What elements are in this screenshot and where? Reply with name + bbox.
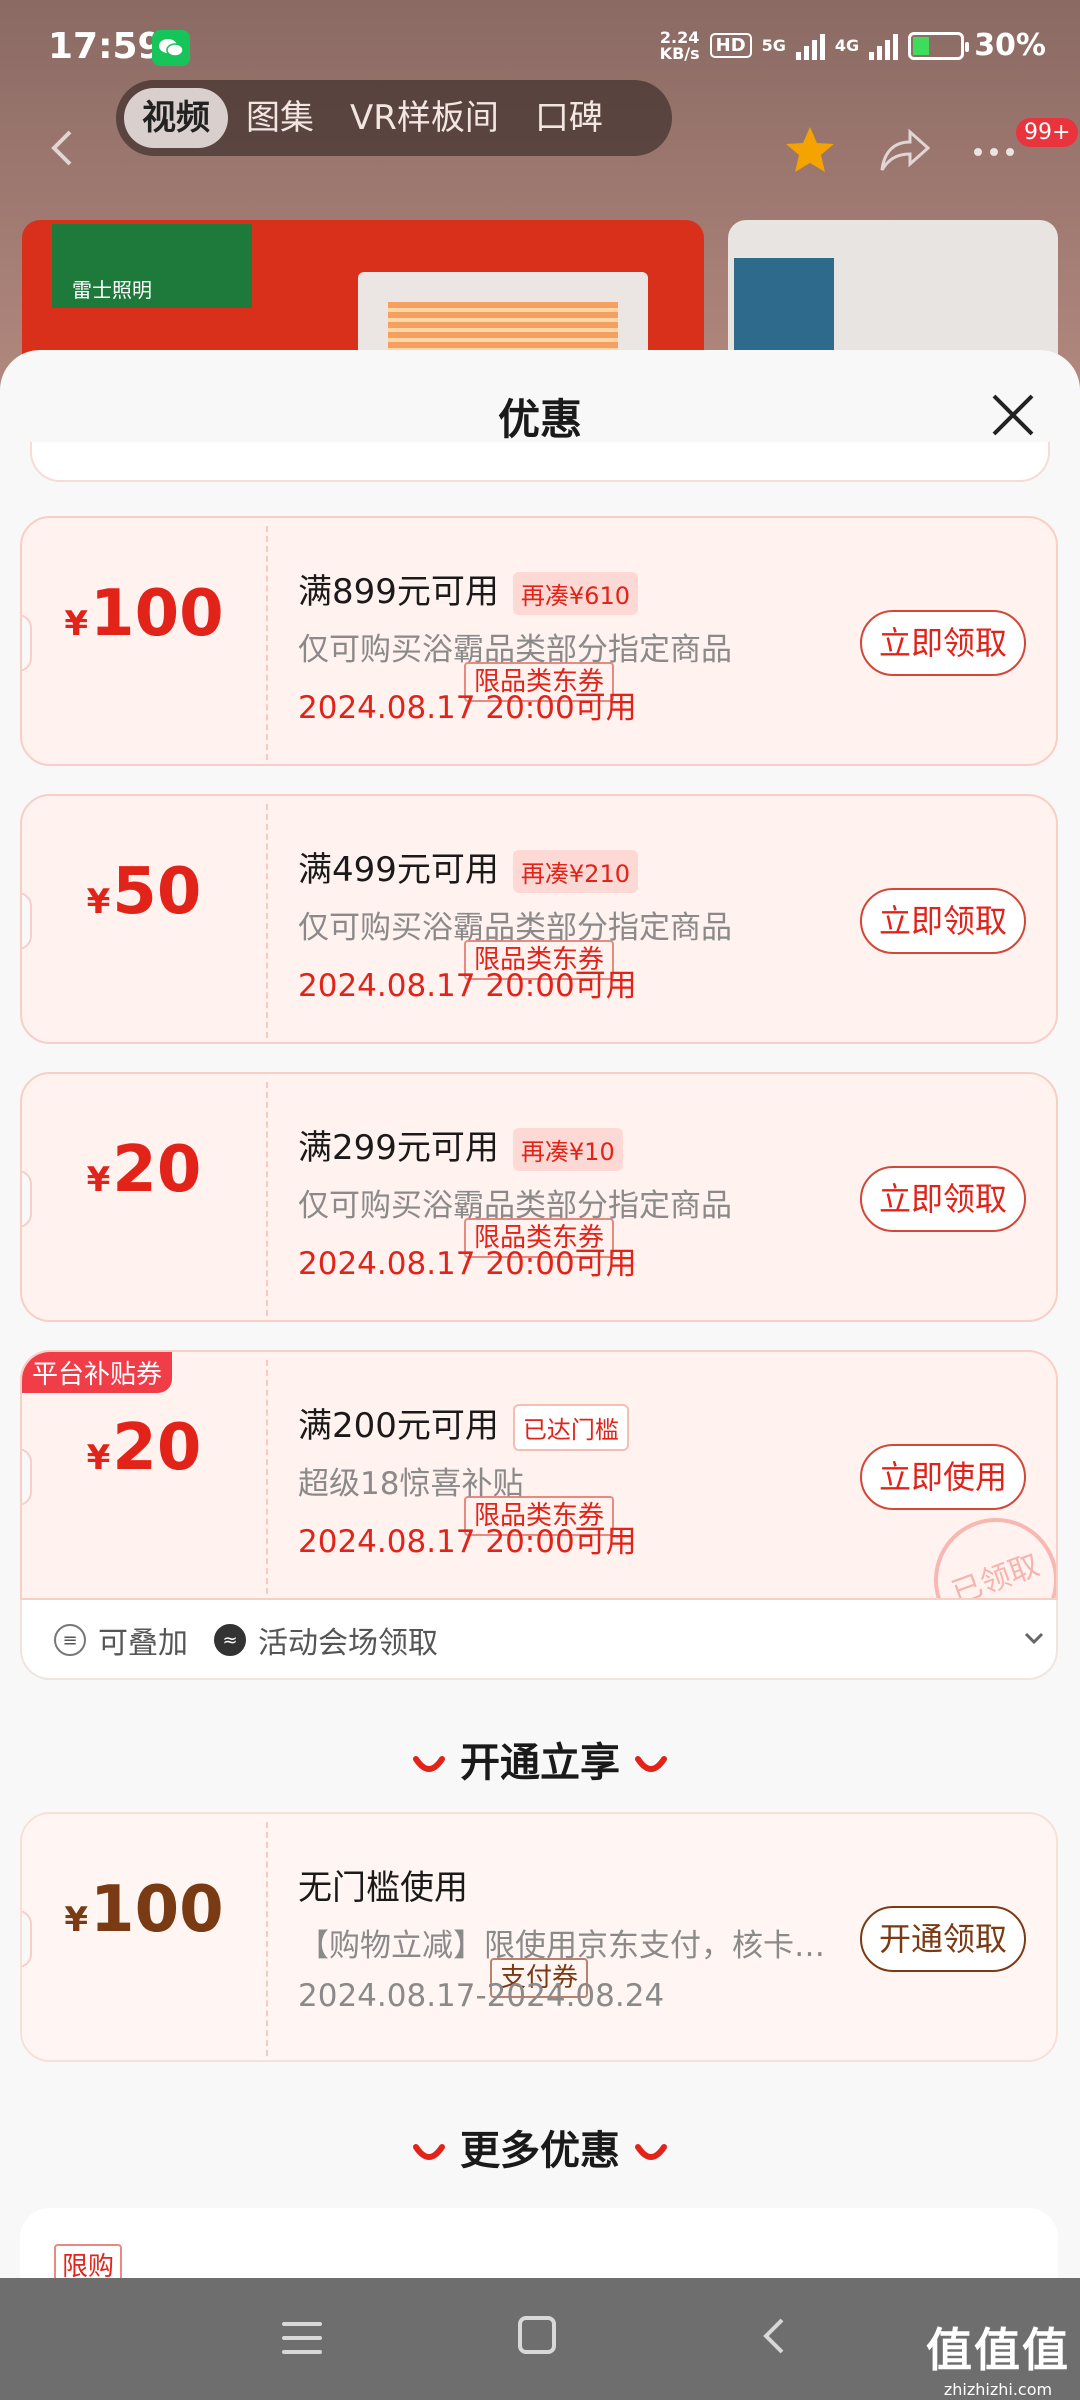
discount-sheet: 优惠 ¥100 限品类东券 满899元可用 再凑¥610 仅可购买浴霸品类部分指定… (0, 350, 1080, 2278)
coupon-date: 2024.08.17-2024.08.24 (298, 1978, 665, 2014)
coupon-amount: ¥100 (64, 577, 224, 651)
close-icon[interactable] (990, 392, 1036, 438)
signal-5g-label: 5G (761, 36, 786, 55)
coupon-gap-badge: 再凑¥210 (512, 850, 638, 893)
nav-back-icon[interactable] (756, 2316, 796, 2356)
stack-icon: ≡ (54, 1624, 86, 1656)
more-icon[interactable] (974, 148, 1014, 156)
coupon-desc: 仅可购买浴霸品类部分指定商品 (298, 910, 732, 946)
section-more-title: 更多优惠 (460, 2128, 620, 2174)
coupon-amount: ¥100 (64, 1873, 224, 1947)
watermark: 值值值 zhizhizhi.com (926, 2323, 1070, 2399)
coupon-date: 2024.08.17 20:00可用 (298, 690, 637, 726)
more-offer-card[interactable]: 限购 (20, 2208, 1058, 2278)
coupon-title: 满299元可用 再凑¥10 (298, 1120, 623, 1171)
tab-video[interactable]: 视频 (124, 88, 228, 148)
brand-logo: 雷士照明 (52, 224, 252, 308)
claim-button[interactable]: 立即领取 (860, 888, 1026, 954)
home-icon[interactable] (518, 2316, 556, 2354)
coupon-date: 2024.08.17 20:00可用 (298, 1524, 637, 1560)
signal-4g-icon (869, 32, 899, 60)
back-arrow-icon[interactable] (44, 128, 84, 168)
wechat-icon (152, 30, 190, 66)
previous-coupon-edge (30, 442, 1050, 482)
coupon-amount: ¥20 (86, 1411, 202, 1485)
venue-info: ≈ 活动会场领取 (214, 1618, 438, 1662)
tab-reviews[interactable]: 口碑 (517, 88, 621, 148)
coupon-title: 满899元可用 再凑¥610 (298, 564, 638, 615)
coupon-amount: ¥50 (86, 855, 202, 929)
hd-icon: HD (709, 33, 752, 58)
pay-coupon-card: ¥100 支付券 无门槛使用 【购物立减】限使用京东支付，核卡… 2024.08… (20, 1812, 1058, 2062)
signal-4g-label: 4G (834, 36, 860, 55)
coupon-card: ¥20 限品类东券 满299元可用 再凑¥10 仅可购买浴霸品类部分指定商品 20… (20, 1072, 1058, 1322)
coupon-divider (266, 1360, 268, 1594)
section-more-header: 更多优惠 (0, 2118, 1080, 2176)
battery-icon (908, 31, 970, 60)
smile-right-icon (634, 1756, 667, 1772)
stackable-info: ≡ 可叠加 (54, 1618, 188, 1662)
limit-tag: 限购 (54, 2244, 123, 2278)
coupon-gap-badge: 再凑¥610 (512, 572, 638, 615)
claim-button[interactable]: 立即领取 (860, 1166, 1026, 1232)
coupon-desc: 仅可购买浴霸品类部分指定商品 (298, 1188, 732, 1224)
coupon-desc: 仅可购买浴霸品类部分指定商品 (298, 632, 732, 668)
coupon-title: 满499元可用 再凑¥210 (298, 842, 638, 893)
coupon-footer: ≡ 可叠加 ≈ 活动会场领取 (20, 1600, 1058, 1680)
tab-vr[interactable]: VR样板间 (332, 88, 517, 148)
threshold-reached-badge: 已达门槛 (512, 1404, 629, 1451)
section-open-title: 开通立享 (460, 1740, 620, 1786)
coupon-amount: ¥20 (86, 1133, 202, 1207)
section-open-header: 开通立享 (0, 1730, 1080, 1788)
coupon-card-subsidy: 平台补贴券 ¥20 限品类东券 满200元可用 已达门槛 超级18惊喜补贴 202… (20, 1350, 1058, 1600)
share-icon[interactable] (880, 128, 930, 174)
sheet-title: 优惠 (497, 395, 582, 444)
signal-5g-icon (795, 32, 825, 60)
coupon-title: 无门槛使用 (298, 1868, 468, 1908)
coupon-divider (266, 1082, 268, 1316)
system-nav-bar (0, 2278, 1080, 2400)
battery-level: 30% (974, 28, 1046, 63)
message-badge: 99+ (1016, 118, 1079, 147)
coupon-gap-badge: 再凑¥10 (512, 1128, 623, 1171)
media-tabs: 视频 图集 VR样板间 口碑 (116, 80, 672, 156)
coupon-divider (266, 804, 268, 1038)
status-time: 17:59 (48, 26, 163, 67)
coupon-date: 2024.08.17 20:00可用 (298, 968, 637, 1004)
menu-icon[interactable] (282, 2322, 322, 2364)
coupon-divider (266, 1822, 268, 2056)
smile-left-icon (413, 1756, 446, 1772)
smile-right-icon (634, 2144, 667, 2160)
coupon-divider (266, 526, 268, 760)
tab-gallery[interactable]: 图集 (228, 88, 332, 148)
favorite-star-icon[interactable] (784, 124, 836, 176)
coupon-title: 满200元可用 已达门槛 (298, 1398, 629, 1451)
coupon-date: 2024.08.17 20:00可用 (298, 1246, 637, 1282)
net-speed: 2.24 KB/s (659, 27, 700, 63)
status-indicators: 2.24 KB/s HD 5G 4G 30% (660, 28, 1046, 63)
coupon-desc: 超级18惊喜补贴 (298, 1466, 524, 1502)
coupon-desc: 【购物立减】限使用京东支付，核卡… (298, 1928, 825, 1964)
use-now-button[interactable]: 立即使用 (860, 1444, 1026, 1510)
smile-left-icon (413, 2144, 446, 2160)
claimed-stamp: 已领取 (916, 1500, 1056, 1598)
venue-icon: ≈ (214, 1624, 246, 1656)
platform-subsidy-tag: 平台补贴券 (22, 1352, 173, 1393)
chevron-down-icon[interactable] (1022, 1626, 1046, 1650)
activate-claim-button[interactable]: 开通领取 (860, 1906, 1026, 1972)
claim-button[interactable]: 立即领取 (860, 610, 1026, 676)
coupon-card: ¥50 限品类东券 满499元可用 再凑¥210 仅可购买浴霸品类部分指定商品 2… (20, 794, 1058, 1044)
coupon-card: ¥100 限品类东券 满899元可用 再凑¥610 仅可购买浴霸品类部分指定商品 … (20, 516, 1058, 766)
